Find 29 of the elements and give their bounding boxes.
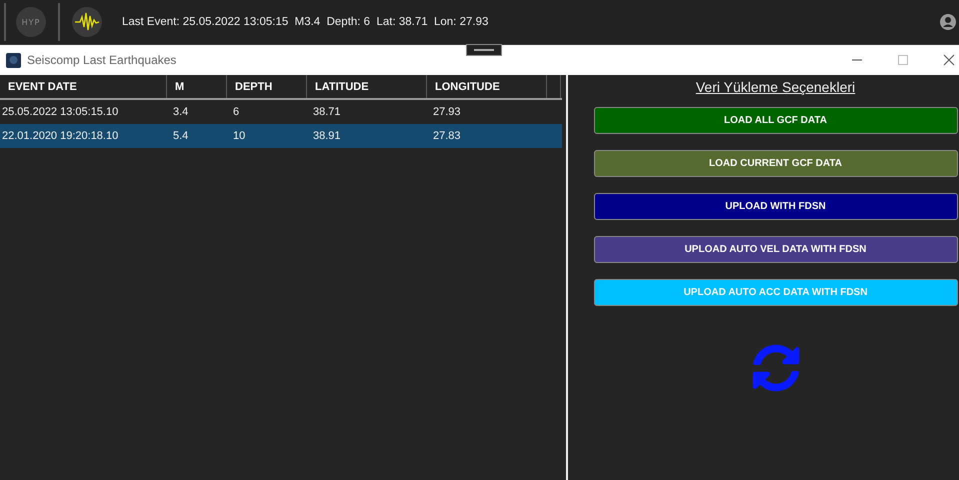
waveform-icon[interactable] [72, 7, 102, 37]
load-button[interactable]: UPLOAD WITH FDSN [594, 193, 958, 220]
app-icon [6, 52, 21, 68]
table-cell-text: 38.71 [312, 105, 342, 120]
load-button[interactable]: LOAD ALL GCF DATA [594, 107, 958, 134]
table-cell-text: 27.83 [432, 129, 462, 144]
options-title: Veri Yükleme Seçenekleri [696, 79, 856, 95]
table-cell-text: 6 [232, 105, 240, 120]
last-event-text: Last Event: 25.05.2022 13:05:15 M3.4 Depth: 6 Lat: 38.71 Lon: 27.93 [122, 16, 490, 28]
table-row[interactable]: 22.01.2020 19:20:18.10 5.4 10 38.91 27.83 [0, 124, 562, 148]
grip-icon[interactable] [466, 44, 502, 56]
column-header[interactable]: LATITUDE [307, 75, 427, 98]
table-row[interactable]: 25.05.2022 13:05:15.10 3.4 6 38.71 27.93 [0, 100, 562, 124]
table-cell-text: 38.91 [312, 129, 342, 144]
load-button[interactable]: LOAD CURRENT GCF DATA [594, 150, 958, 177]
table-cell-text: 22.01.2020 19:20:18.10 [1, 129, 120, 144]
window-title: Seiscomp Last Earthquakes [27, 53, 178, 67]
table-cell-text: 25.05.2022 13:05:15.10 [1, 105, 120, 120]
table-cell-text: 27.93 [432, 105, 462, 120]
column-header[interactable]: M [167, 75, 227, 98]
column-header[interactable]: EVENT DATE [0, 75, 167, 98]
table-cell-text: 5.4 [172, 129, 190, 144]
column-header[interactable]: DEPTH [227, 75, 307, 98]
table-cell-text: 3.4 [172, 105, 190, 120]
close-icon[interactable] [943, 54, 955, 66]
load-button[interactable]: UPLOAD AUTO VEL DATA WITH FDSN [594, 236, 958, 263]
table-cell-text: 10 [232, 129, 246, 144]
column-header[interactable]: LONGITUDE [427, 75, 547, 98]
user-icon[interactable] [940, 14, 956, 30]
